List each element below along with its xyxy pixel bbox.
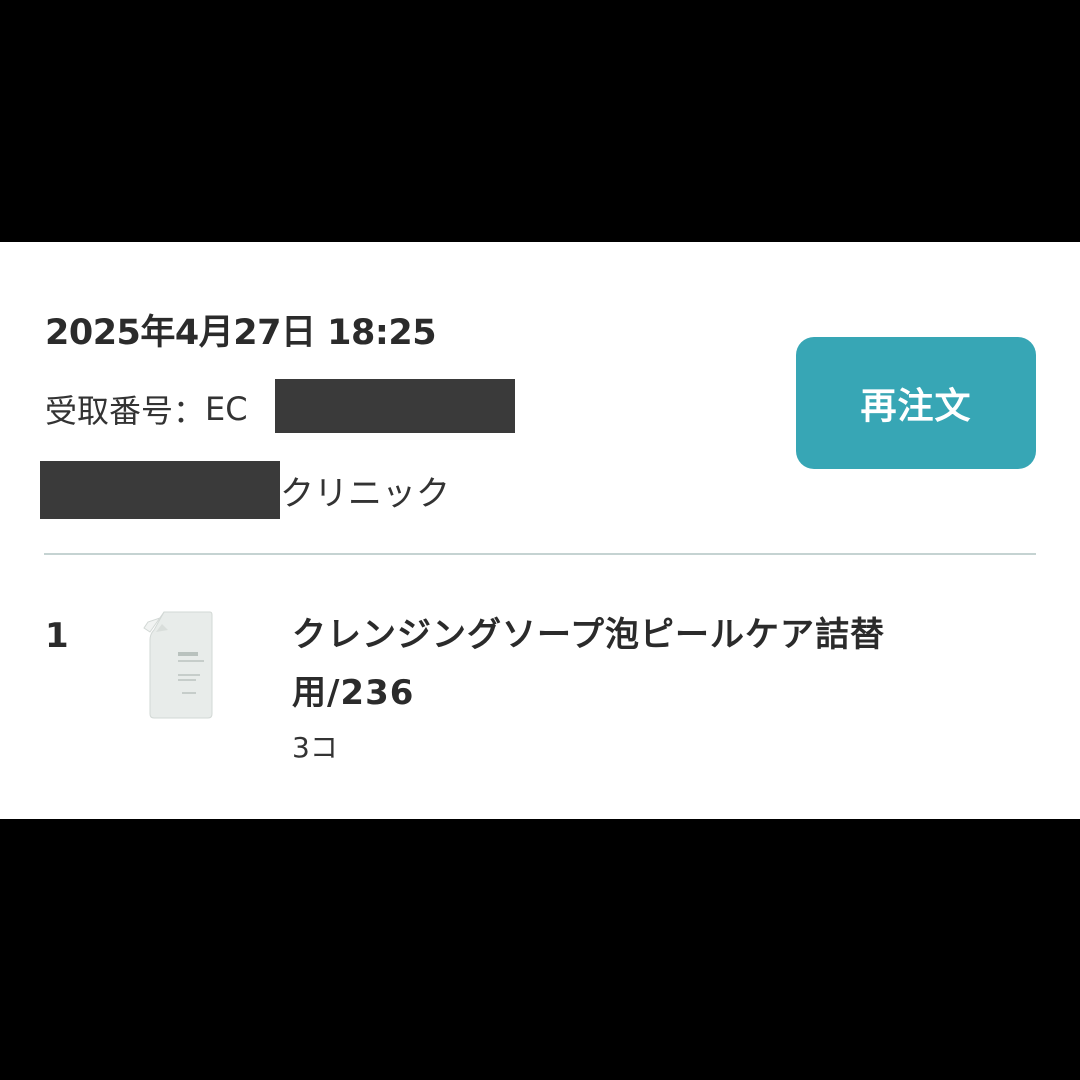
refill-pouch-icon	[142, 610, 222, 720]
letterbox-bottom	[0, 819, 1080, 1080]
receipt-number-prefix: EC	[205, 390, 248, 428]
redacted-receipt-number	[275, 379, 515, 433]
section-divider	[44, 553, 1036, 555]
product-name[interactable]: クレンジングソープ泡ピールケア詰替用/236	[292, 606, 972, 722]
item-index: 1	[45, 616, 69, 656]
receipt-number-row: 受取番号： EC	[45, 385, 248, 433]
product-quantity: 3コ	[292, 731, 338, 764]
order-history-card: 2025年4月27日 18:25 受取番号： EC クリニック 再注文 1 クレ…	[0, 242, 1080, 819]
reorder-button[interactable]: 再注文	[796, 337, 1036, 469]
clinic-name-suffix: クリニック	[280, 473, 450, 514]
receipt-number-label: 受取番号：	[45, 392, 206, 430]
letterbox-top	[0, 0, 1080, 242]
order-date: 2025年4月27日 18:25	[45, 313, 437, 353]
redacted-clinic-name	[40, 461, 280, 519]
clinic-name-row: クリニック	[40, 460, 450, 520]
